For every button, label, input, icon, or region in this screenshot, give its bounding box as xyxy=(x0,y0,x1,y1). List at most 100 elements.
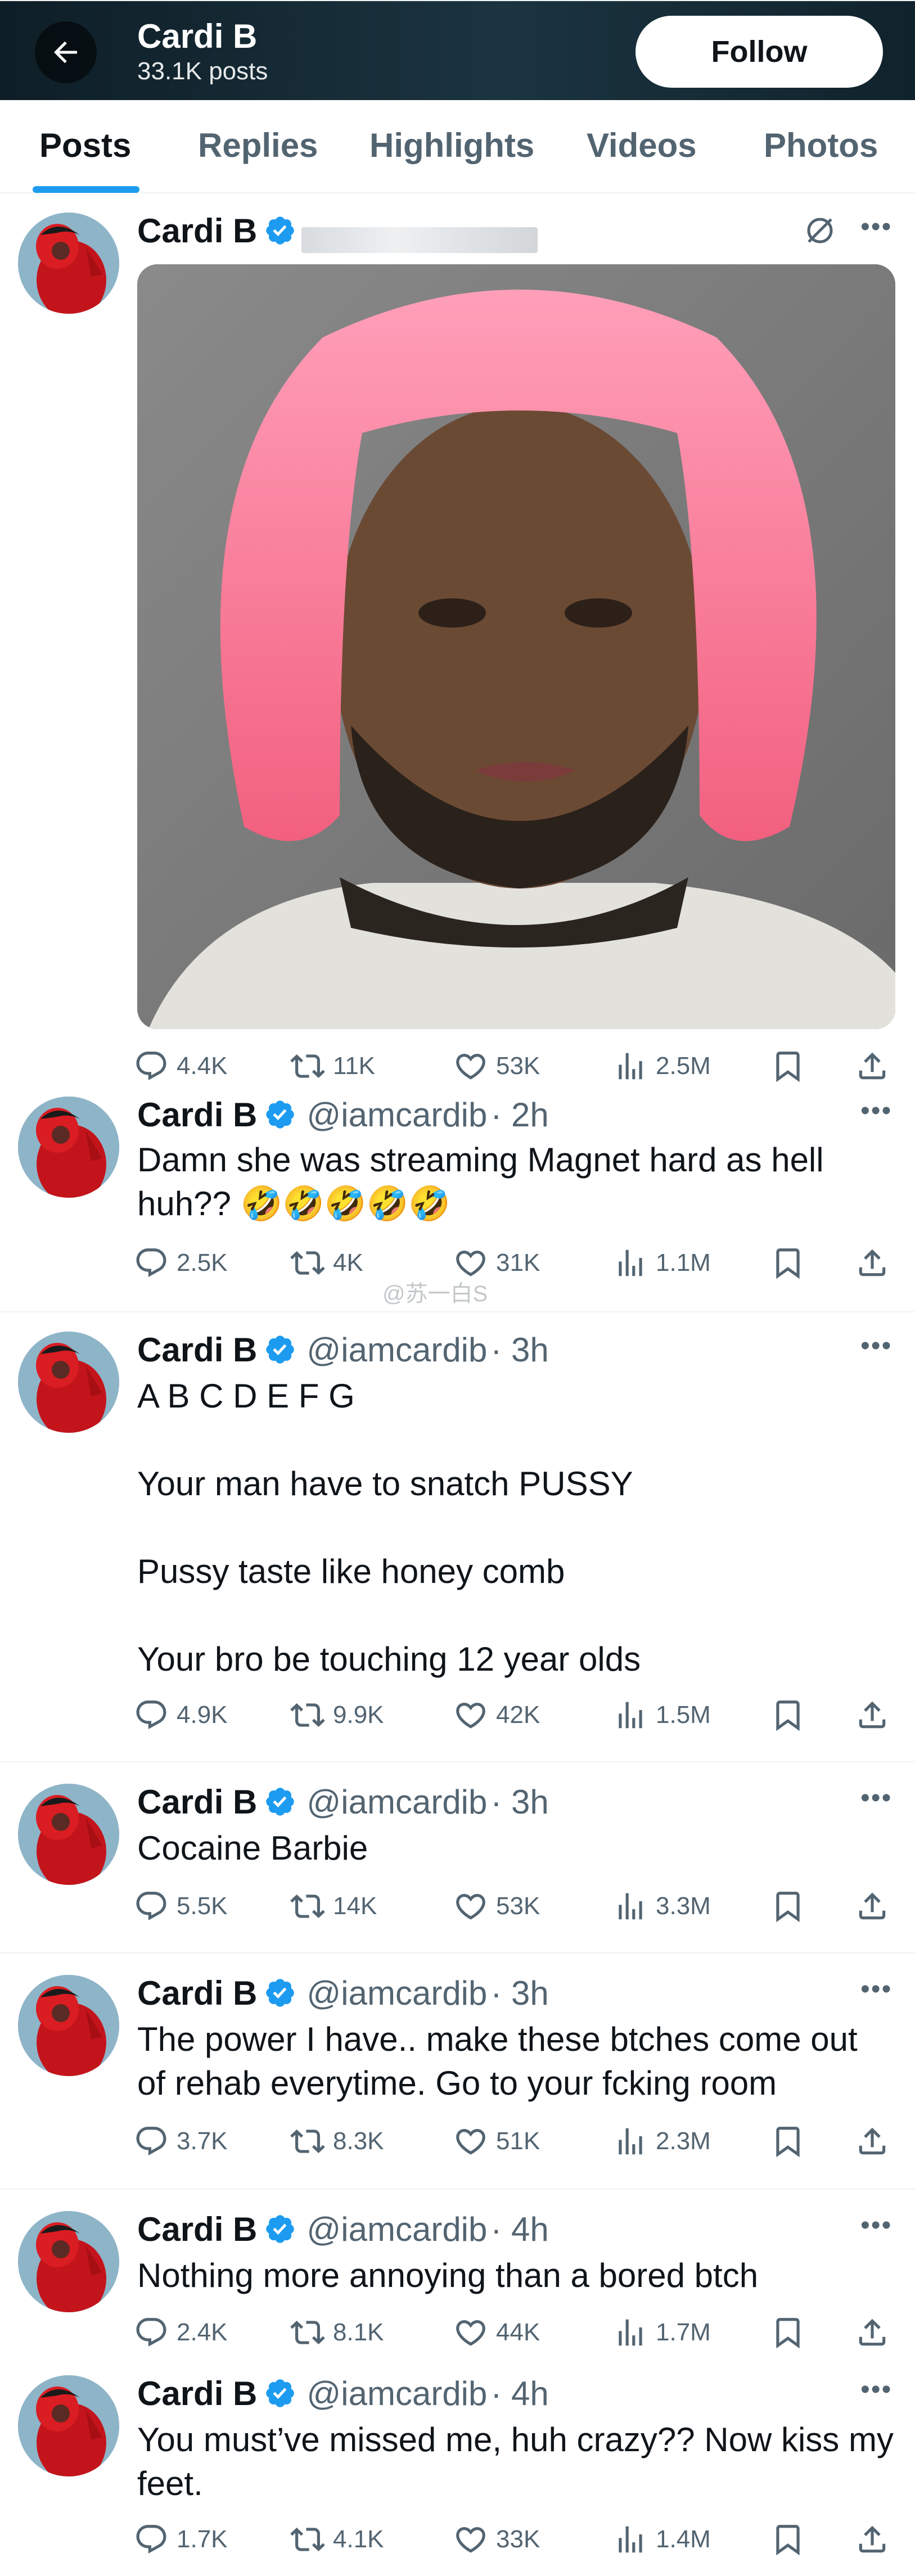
more-icon[interactable]: ••• xyxy=(860,1095,892,1126)
author-name[interactable]: Cardi B xyxy=(137,2210,257,2249)
tweet-media[interactable] xyxy=(137,264,895,1029)
share-button[interactable] xyxy=(855,2310,890,2355)
text-gap xyxy=(137,1418,896,1462)
share-icon xyxy=(859,1249,886,1276)
repost-button[interactable]: 4K xyxy=(290,1240,363,1285)
tweet-text-line: Damn she was streaming Magnet hard as he… xyxy=(137,1141,824,1179)
tweet-time[interactable]: · 3h xyxy=(490,1330,548,1369)
tweet-time[interactable]: · 2h xyxy=(490,1095,548,1134)
more-icon[interactable]: ••• xyxy=(860,2210,892,2241)
views-button[interactable]: 1.7M xyxy=(613,2310,711,2355)
author-name[interactable]: Cardi B xyxy=(137,2374,257,2413)
author-name[interactable]: Cardi B xyxy=(137,1783,257,1821)
repost-button[interactable]: 9.9K xyxy=(290,1693,384,1738)
like-button[interactable]: 42K xyxy=(453,1693,540,1738)
reply-button[interactable]: 5.5K xyxy=(134,1884,228,1929)
bookmark-button[interactable] xyxy=(770,1884,805,1929)
like-button[interactable]: 53K xyxy=(453,1044,540,1089)
bookmark-button[interactable] xyxy=(770,1240,805,1285)
like-button[interactable]: 53K xyxy=(453,1884,540,1929)
tab-photos[interactable]: Photos xyxy=(764,126,878,165)
author-handle[interactable]: @iamcardib xyxy=(306,1330,487,1369)
author-name[interactable]: Cardi B xyxy=(137,211,257,250)
profile-tabs: Posts Replies Highlights Videos Photos xyxy=(0,100,915,193)
views-button[interactable]: 1.4M xyxy=(613,2517,711,2562)
verified-badge-icon xyxy=(266,216,295,245)
author-handle[interactable]: @iamcardib xyxy=(306,1974,487,2013)
author-handle[interactable]: @iamcardib xyxy=(306,2210,487,2249)
more-icon[interactable]: ••• xyxy=(860,1330,892,1361)
share-button[interactable] xyxy=(855,2119,890,2164)
views-button[interactable]: 2.3M xyxy=(613,2119,711,2164)
bookmark-button[interactable] xyxy=(770,1044,805,1089)
tweet[interactable]: Cardi B @iamcardib · 3h ••• The power I have… xyxy=(0,0,915,2190)
reply-button[interactable]: 2.4K xyxy=(134,2310,228,2355)
reply-button[interactable]: 1.7K xyxy=(134,2517,228,2562)
avatar[interactable] xyxy=(18,2211,119,2312)
more-icon[interactable]: ••• xyxy=(860,2374,892,2405)
grok-icon[interactable] xyxy=(803,214,837,247)
more-icon[interactable]: ••• xyxy=(860,1974,892,2005)
avatar[interactable] xyxy=(18,1332,119,1433)
reply-button[interactable]: 4.9K xyxy=(134,1693,228,1738)
like-icon xyxy=(456,1703,485,1729)
tab-highlights[interactable]: Highlights xyxy=(369,126,534,165)
tweet-actions: 2.4K 8.1K 44K 1.7M xyxy=(0,2310,915,2355)
author-handle[interactable]: @iamcardib xyxy=(306,1783,487,1821)
author-name[interactable]: Cardi B xyxy=(137,1330,257,1369)
bookmark-button[interactable] xyxy=(770,1693,805,1738)
like-button[interactable]: 44K xyxy=(453,2310,540,2355)
bookmark-button[interactable] xyxy=(770,2517,805,2562)
tweet-time[interactable]: · 4h xyxy=(490,2374,548,2413)
author-handle[interactable]: @iamcardib xyxy=(306,1095,487,1134)
repost-button[interactable]: 11K xyxy=(290,1044,375,1089)
tab-posts[interactable]: Posts xyxy=(39,126,131,165)
share-button[interactable] xyxy=(855,1884,890,1929)
views-button[interactable]: 1.1M xyxy=(613,1240,711,1285)
bookmark-button[interactable] xyxy=(770,2119,805,2164)
reply-button[interactable]: 4.4K xyxy=(134,1044,228,1089)
share-button[interactable] xyxy=(855,1693,890,1738)
back-arrow-icon xyxy=(53,41,77,64)
views-button[interactable]: 1.5M xyxy=(613,1693,711,1738)
avatar[interactable] xyxy=(18,1097,119,1198)
avatar[interactable] xyxy=(18,1784,119,1885)
reply-button[interactable]: 3.7K xyxy=(134,2119,228,2164)
tweet-text-line: Your bro be touching 12 year olds xyxy=(137,1640,641,1678)
repost-button[interactable]: 8.3K xyxy=(290,2119,384,2164)
reply-count: 2.5K xyxy=(177,1249,228,1276)
avatar[interactable] xyxy=(18,213,119,314)
views-icon xyxy=(619,1702,642,1729)
repost-button[interactable]: 8.1K xyxy=(290,2310,384,2355)
repost-button[interactable]: 14K xyxy=(290,1884,377,1929)
tweet-time[interactable]: · 3h xyxy=(490,1783,548,1821)
tab-replies[interactable]: Replies xyxy=(198,126,318,165)
author-handle[interactable]: @iamcardib xyxy=(306,2374,487,2413)
share-button[interactable] xyxy=(855,2517,890,2562)
more-icon[interactable]: ••• xyxy=(860,211,892,242)
reply-button[interactable]: 2.5K xyxy=(134,1240,228,1285)
like-button[interactable]: 51K xyxy=(453,2119,540,2164)
share-button[interactable] xyxy=(855,1044,890,1089)
views-button[interactable]: 3.3M xyxy=(613,1884,711,1929)
tweet-time[interactable]: · 4h xyxy=(490,2210,548,2249)
author-name[interactable]: Cardi B xyxy=(137,1974,257,2013)
avatar[interactable] xyxy=(18,1975,119,2076)
avatar[interactable] xyxy=(18,2375,119,2476)
follow-button[interactable]: Follow xyxy=(635,16,883,88)
views-button[interactable]: 2.5M xyxy=(613,1044,711,1089)
share-button[interactable] xyxy=(855,1240,890,1285)
author-name[interactable]: Cardi B xyxy=(137,1095,257,1134)
like-button[interactable]: 33K xyxy=(453,2517,540,2562)
avatar-image xyxy=(18,213,119,314)
more-icon[interactable]: ••• xyxy=(860,1783,892,1813)
repost-button[interactable]: 4.1K xyxy=(290,2517,384,2562)
back-button[interactable] xyxy=(35,21,97,83)
bookmark-button[interactable] xyxy=(770,2310,805,2355)
divider xyxy=(0,2189,915,2190)
like-count: 44K xyxy=(496,2318,540,2346)
tweet-time[interactable]: · 3h xyxy=(490,1974,548,2013)
tab-videos[interactable]: Videos xyxy=(587,126,697,165)
tweet-actions: 3.7K 8.3K 51K 2.3M xyxy=(0,2119,915,2164)
reply-count: 3.7K xyxy=(177,2127,228,2155)
